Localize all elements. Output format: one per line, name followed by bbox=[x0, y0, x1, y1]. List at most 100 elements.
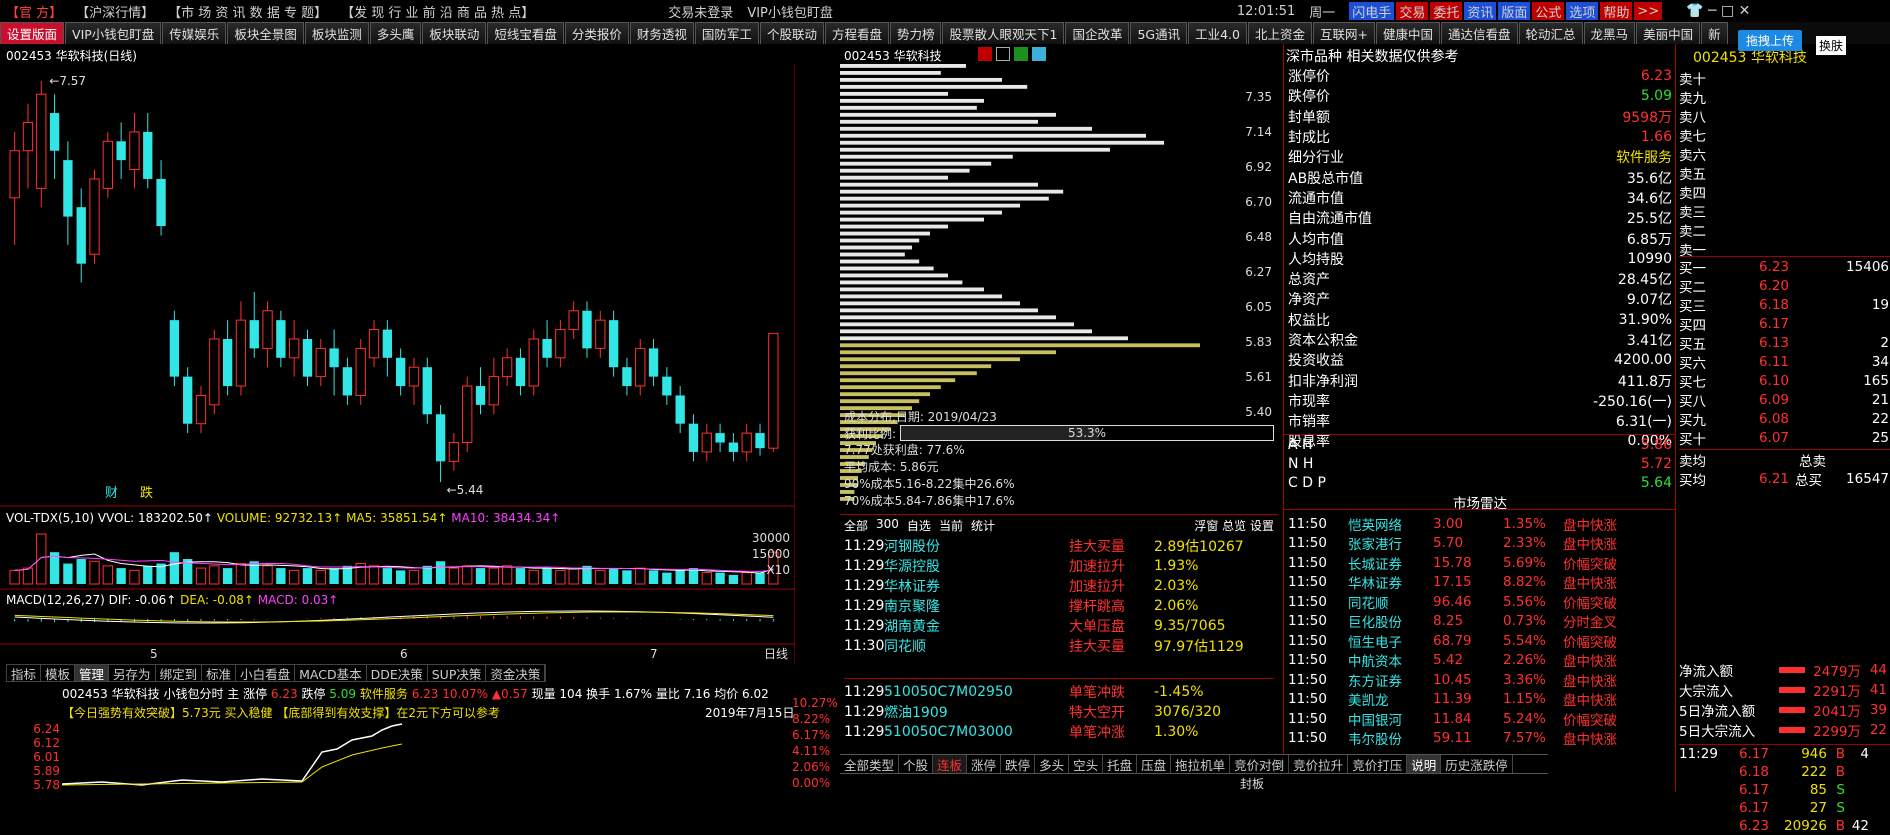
radar-row[interactable]: 11:50 同花顺 96.46 5.56% 价幅突破 bbox=[1288, 592, 1676, 612]
buy-level[interactable]: 买七 6.10 165 bbox=[1679, 371, 1890, 391]
toolbar-button[interactable]: 闪电手 bbox=[1349, 2, 1395, 21]
indicator-tab[interactable]: SUP决策 bbox=[428, 665, 487, 682]
upload-button[interactable]: 拖拽上传 bbox=[1738, 30, 1803, 51]
radar-row[interactable]: 11:50 恒生电子 68.79 5.54% 价幅突破 bbox=[1288, 631, 1676, 651]
event-row[interactable]: 11:29 湖南黄金 大单压盘 9.35/7065 bbox=[844, 616, 1274, 636]
event-list-panel[interactable]: 全部 300 自选 当前 统计 浮窗 总览 设置 11:29 河钢股份 挂大买量 2.89估1… bbox=[840, 514, 1278, 754]
event-settings[interactable]: 浮窗 总览 设置 bbox=[1194, 517, 1274, 534]
layout-tab[interactable]: 方程看盘 bbox=[824, 22, 889, 44]
layout-tab[interactable]: 5G通讯 bbox=[1130, 22, 1188, 44]
type-tab[interactable]: 涨停 bbox=[967, 755, 1002, 773]
event-row[interactable]: 11:29 燃油1909 特大空开 3076/320 bbox=[844, 702, 1274, 722]
chip-tools[interactable] bbox=[978, 47, 1046, 61]
layout-tab[interactable]: 股票散人眼观天下1 bbox=[942, 22, 1065, 44]
toolbar-button[interactable]: 资讯 bbox=[1464, 2, 1497, 21]
buy-level[interactable]: 买一 6.23 15406 bbox=[1679, 257, 1890, 277]
buy-level[interactable]: 买九 6.08 22 bbox=[1679, 409, 1890, 429]
type-filter-label[interactable]: 全部类型 bbox=[840, 755, 900, 773]
sell-level[interactable]: 卖三 bbox=[1679, 201, 1889, 221]
type-tab[interactable]: 跌停 bbox=[1001, 755, 1036, 773]
skin-button[interactable]: 换肤 bbox=[1816, 36, 1847, 55]
layout-tab[interactable]: 国防军工 bbox=[694, 22, 759, 44]
sell-level[interactable]: 卖二 bbox=[1679, 220, 1889, 240]
toolbar-button[interactable]: 委托 bbox=[1430, 2, 1463, 21]
event-tab[interactable]: 自选 bbox=[907, 517, 931, 534]
sell-level[interactable]: 卖四 bbox=[1679, 182, 1889, 202]
radar-row[interactable]: 11:50 中航资本 5.42 2.26% 盘中快涨 bbox=[1288, 651, 1676, 670]
indicator-tab[interactable]: 绑定到 bbox=[156, 665, 203, 682]
event-tab[interactable]: 300 bbox=[876, 517, 899, 534]
sell-level[interactable]: 卖七 bbox=[1679, 125, 1889, 145]
layout-tab[interactable]: 传媒娱乐 bbox=[162, 22, 227, 44]
event-row[interactable]: 11:29 华林证券 加速拉升 2.03% bbox=[844, 576, 1274, 596]
buy-level[interactable]: 买三 6.18 19 bbox=[1679, 295, 1890, 315]
event-tab[interactable]: 统计 bbox=[971, 517, 995, 534]
buy-level[interactable]: 买五 6.13 2 bbox=[1679, 333, 1890, 353]
buy-level[interactable]: 买二 6.20 bbox=[1679, 276, 1890, 296]
radar-row[interactable]: 11:50 美凯龙 11.39 1.15% 盘中快涨 bbox=[1288, 690, 1676, 709]
kline-chart[interactable]: ←7.57 ←5.44 财 跌 30000 15000 X10 5 6 7 日线 bbox=[0, 44, 795, 664]
arrow-tool-icon[interactable] bbox=[1014, 47, 1028, 61]
menu-items-2[interactable]: 【发 现 行 业 前 沿 商 品 热 点】 bbox=[341, 2, 534, 21]
toolbar-button[interactable]: 交易 bbox=[1396, 2, 1429, 21]
flag-icon[interactable] bbox=[996, 47, 1010, 61]
layout-tab[interactable]: 分类报价 bbox=[564, 22, 629, 44]
indicator-tab[interactable]: 资金决策 bbox=[486, 665, 546, 682]
toolbar-button[interactable]: 版面 bbox=[1498, 2, 1531, 21]
event-row[interactable]: 11:29 南京聚隆 撑杆跳高 2.06% bbox=[844, 596, 1274, 616]
layout-tab[interactable]: 健康中国 bbox=[1376, 22, 1441, 44]
indicator-tab[interactable]: 另存为 bbox=[109, 665, 156, 682]
menu-items[interactable]: 【市 场 资 讯 数 据 专 题】 bbox=[168, 2, 327, 21]
window-controls[interactable]: 👕 ─ □ ✕ bbox=[1686, 3, 1750, 19]
radar-row[interactable]: 11:50 中国银河 11.84 5.24% 价幅突破 bbox=[1288, 709, 1676, 729]
layout-tab[interactable]: 国企改革 bbox=[1065, 22, 1130, 44]
buy-level[interactable]: 买六 6.11 34 bbox=[1679, 352, 1890, 372]
layout-tab[interactable]: 美丽中国 bbox=[1636, 22, 1701, 44]
event-tab[interactable]: 当前 bbox=[939, 517, 963, 534]
toolbar-button[interactable]: 帮助 bbox=[1600, 2, 1633, 21]
event-tab[interactable]: 全部 bbox=[844, 517, 868, 534]
event-row[interactable]: 11:29 华源控股 加速拉升 1.93% bbox=[844, 556, 1274, 576]
radar-row[interactable]: 11:50 张家港行 5.70 2.33% 盘中快涨 bbox=[1288, 534, 1676, 553]
radar-row[interactable]: 11:50 韦尔股份 59.11 7.57% 盘中快涨 bbox=[1288, 729, 1676, 748]
toolbar-button[interactable]: 选项 bbox=[1566, 2, 1599, 21]
sell-level[interactable]: 卖六 bbox=[1679, 144, 1889, 164]
buy-level[interactable]: 买八 6.09 21 bbox=[1679, 390, 1890, 410]
layout-tab[interactable]: 工业4.0 bbox=[1188, 22, 1247, 44]
layout-tab[interactable]: 板块监测 bbox=[304, 22, 369, 44]
history-button[interactable]: 历史涨跌停 bbox=[1441, 755, 1513, 773]
event-row[interactable]: 11:29 510050C7M02950 单笔冲跌 -1.45% bbox=[844, 682, 1274, 702]
sell-level[interactable]: 卖十 bbox=[1679, 68, 1889, 88]
layout-tab[interactable]: 板块全景图 bbox=[227, 22, 304, 44]
layout-tab[interactable]: 北上资金 bbox=[1248, 22, 1313, 44]
radar-row[interactable]: 11:50 巨化股份 8.25 0.73% 分时金叉 bbox=[1288, 612, 1676, 631]
radar-row[interactable]: 11:50 长城证券 15.78 5.69% 价幅突破 bbox=[1288, 553, 1676, 573]
radar-row[interactable]: 11:50 东方证券 10.45 3.36% 盘中快涨 bbox=[1288, 670, 1676, 690]
type-tab[interactable]: 托盘 bbox=[1103, 755, 1138, 773]
kline-panel[interactable]: 002453 华软科技(日线) ←7.57 ←5.44 财跌 30000 15000 X1… bbox=[0, 44, 795, 664]
event-row[interactable]: 11:30 同花顺 挂大买量 97.97估1129 bbox=[844, 636, 1274, 656]
menu-market-select[interactable]: 【沪深行情】 bbox=[76, 2, 154, 21]
layout-tab[interactable]: 龙黑马 bbox=[1583, 22, 1636, 44]
toolbar-button[interactable]: 公式 bbox=[1532, 2, 1565, 21]
layout-tab[interactable]: 短线宝看盘 bbox=[487, 22, 564, 44]
chip-panel[interactable]: 002453 华软科技 7.35 7.14 6.92 6.70 6.48 6.27 6.05… bbox=[840, 44, 1278, 514]
toolbar-button[interactable]: >> bbox=[1634, 2, 1663, 20]
type-tab[interactable]: 竞价对倒 bbox=[1230, 755, 1290, 773]
layout-tab[interactable]: 互联网+ bbox=[1313, 22, 1375, 44]
indicator-tab[interactable]: 指标 bbox=[7, 665, 42, 682]
type-tab[interactable]: 个股 bbox=[899, 755, 934, 773]
event-row[interactable]: 11:29 河钢股份 挂大买量 2.89估10267 bbox=[844, 536, 1274, 556]
type-tab[interactable]: 空头 bbox=[1069, 755, 1104, 773]
type-tab[interactable]: 压盘 bbox=[1137, 755, 1172, 773]
layout-tab[interactable]: 板块联动 bbox=[422, 22, 487, 44]
indicator-tab[interactable]: 模板 bbox=[41, 665, 76, 682]
layout-tab[interactable]: 设置版面 bbox=[0, 22, 65, 44]
login-status[interactable]: 交易未登录 bbox=[668, 2, 733, 21]
type-tab[interactable]: 连板 bbox=[933, 755, 968, 773]
sell-level[interactable]: 卖八 bbox=[1679, 106, 1889, 126]
layout-tab[interactable]: 个股联动 bbox=[759, 22, 824, 44]
sell-level[interactable]: 卖五 bbox=[1679, 163, 1889, 183]
type-tab[interactable]: 拖拉机单 bbox=[1171, 755, 1231, 773]
layout-tab[interactable]: 轮动汇总 bbox=[1518, 22, 1583, 44]
